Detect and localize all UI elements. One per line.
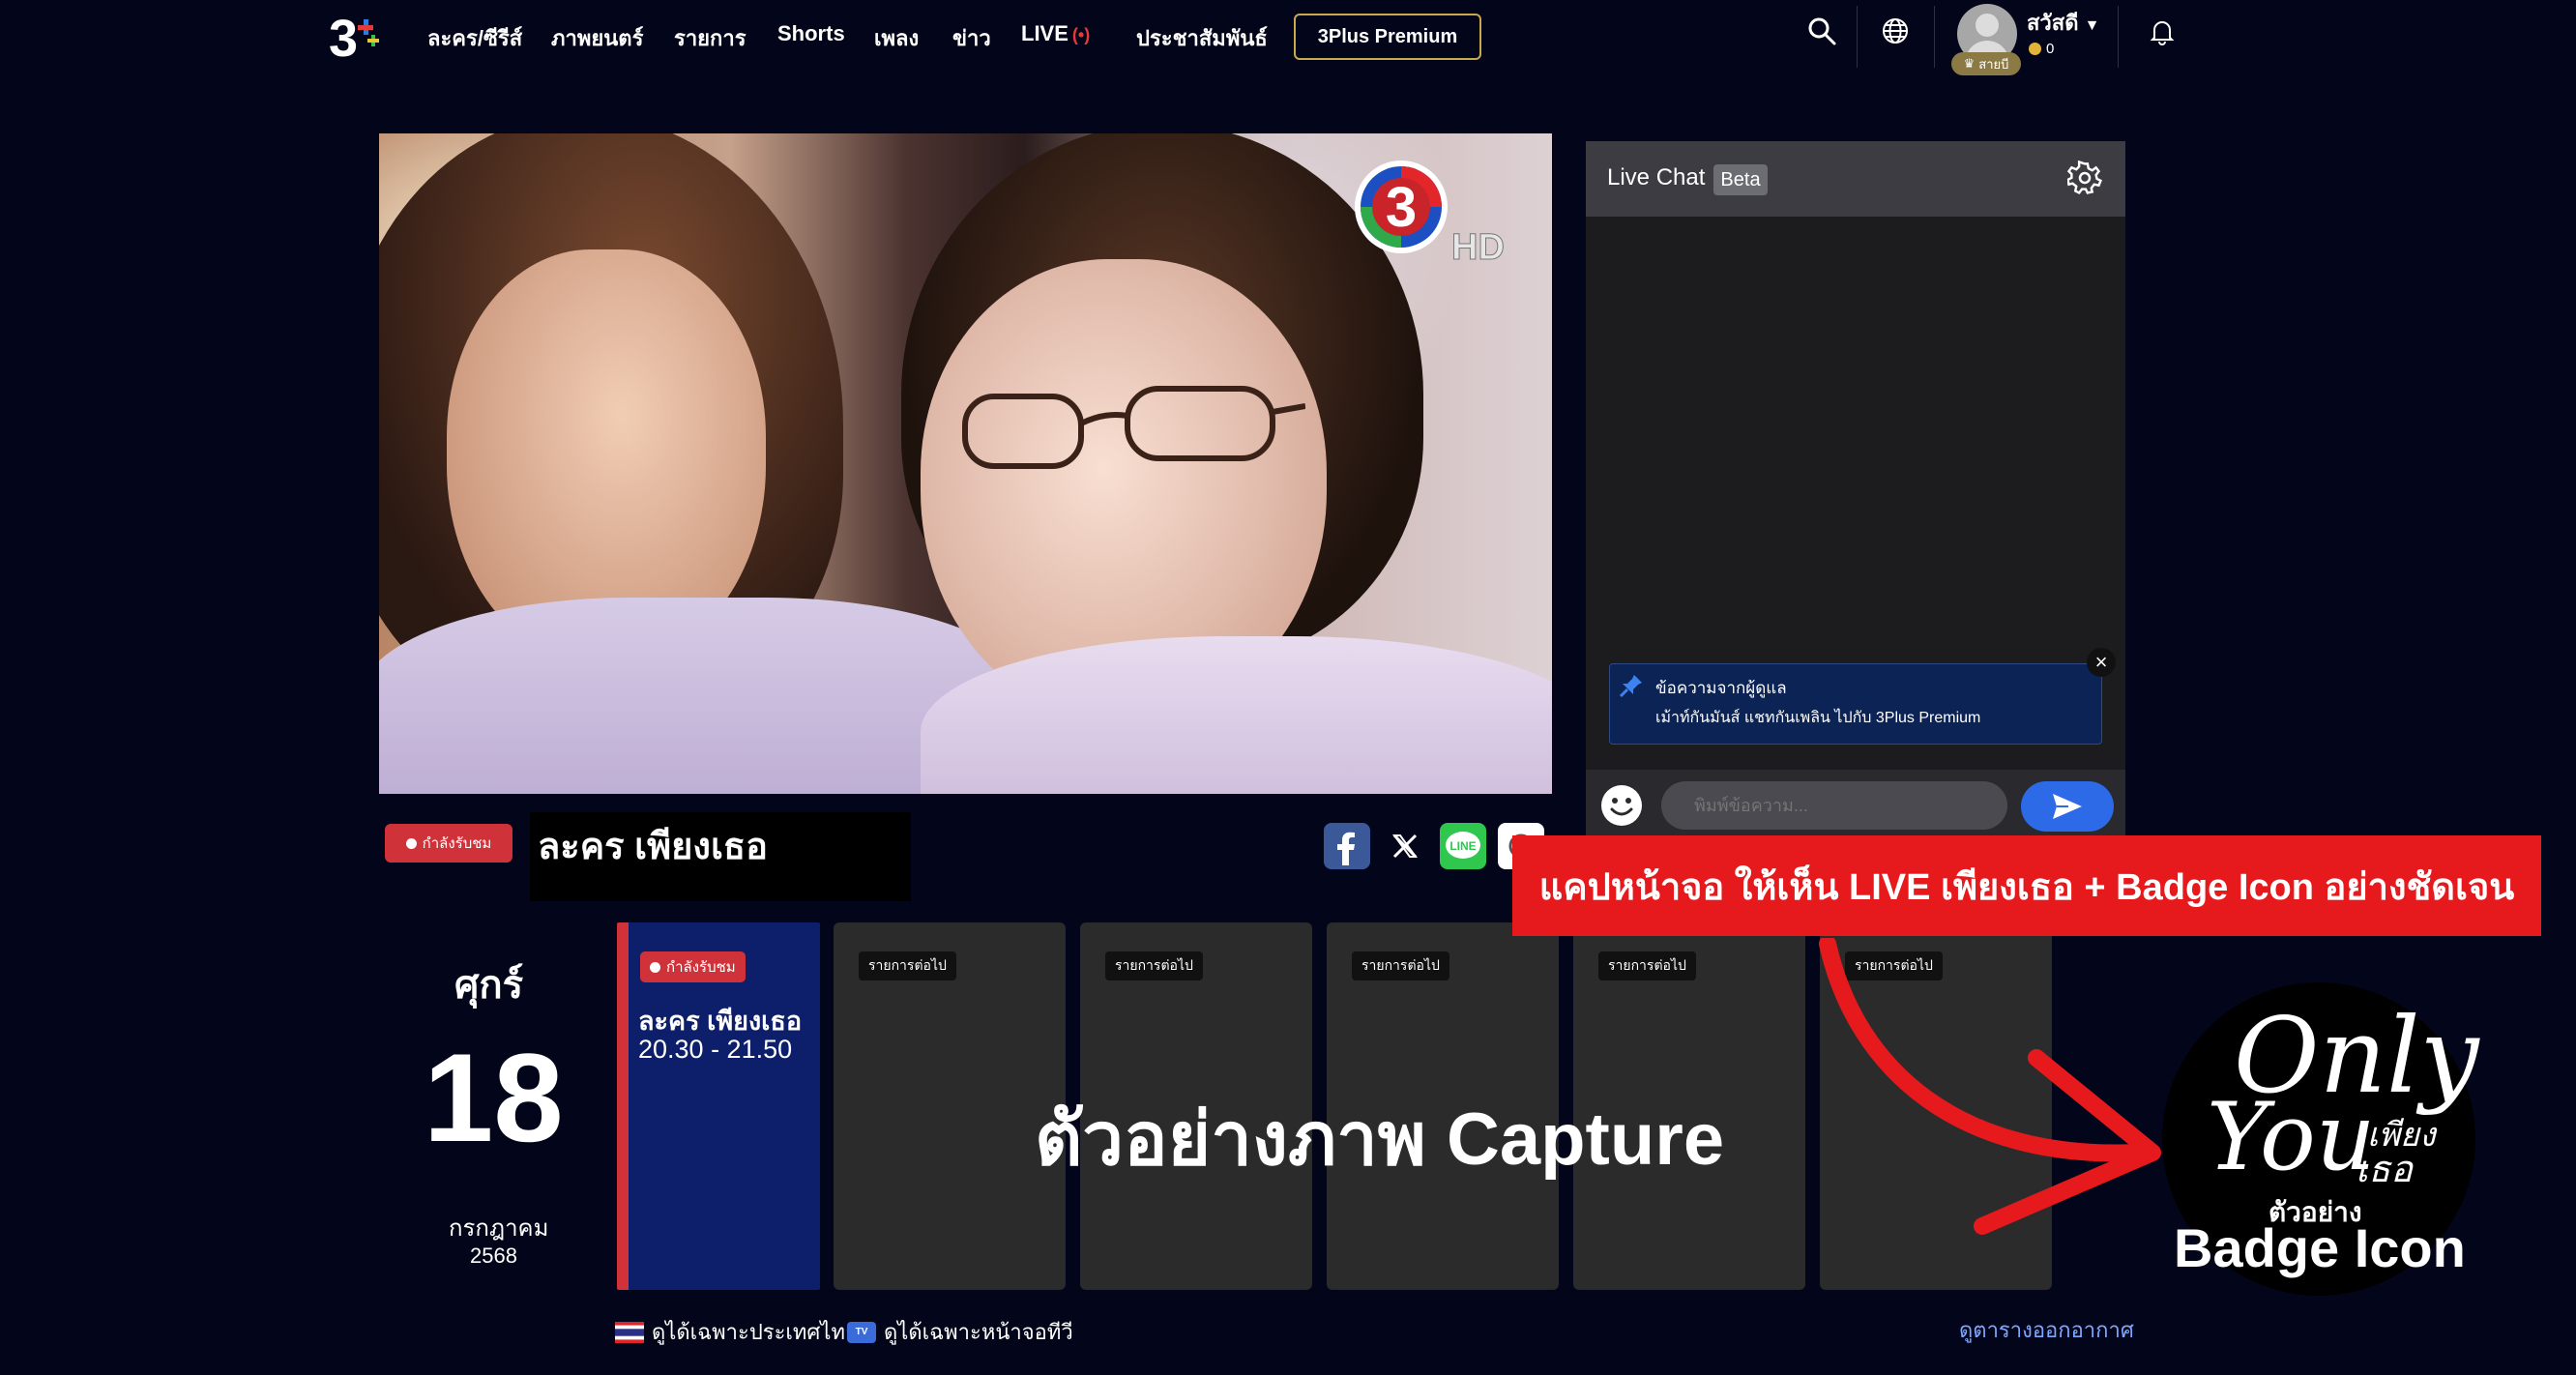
- coin-balance: 0: [2029, 41, 2054, 57]
- schedule-card-current[interactable]: กำลังรับชม ละคร เพียงเธอ 20.30 - 21.50: [617, 922, 820, 1290]
- thailand-flag-icon: [615, 1321, 644, 1343]
- nav-live-label: LIVE: [1021, 21, 1068, 45]
- nav-music[interactable]: เพลง: [874, 21, 919, 55]
- schedule-day-name: ศุกร์: [454, 964, 524, 1007]
- rank-label: สายบี: [1978, 56, 2009, 72]
- live-broadcast-icon: (•): [1071, 25, 1091, 44]
- nav-news[interactable]: ข่าว: [952, 21, 991, 55]
- now-watching-label: กำลังรับชม: [422, 835, 492, 852]
- now-watching-badge: กำลังรับชม: [385, 824, 512, 863]
- video-frame-glasses: [962, 386, 1305, 469]
- live-chat-title: Live Chat: [1607, 164, 1706, 190]
- now-watching-badge: กำลังรับชม: [640, 951, 746, 982]
- tv-icon: TV: [847, 1321, 876, 1343]
- svg-text:3: 3: [329, 10, 358, 68]
- badge-thai-text-2: เธอ: [2356, 1150, 2414, 1190]
- schedule-day-number: 18: [424, 1027, 564, 1168]
- next-program-tag: รายการต่อไป: [1598, 951, 1696, 980]
- nav-movies[interactable]: ภาพยนตร์: [551, 21, 643, 55]
- close-icon[interactable]: ×: [2087, 648, 2116, 677]
- schedule-card-time: 20.30 - 21.50: [638, 1035, 793, 1064]
- globe-icon[interactable]: [1878, 14, 1913, 48]
- nav-pr[interactable]: ประชาสัมพันธ์: [1136, 21, 1268, 55]
- search-icon[interactable]: [1804, 14, 1839, 48]
- rank-badge: ♛ สายบี: [1951, 52, 2021, 75]
- red-arrow-icon: [1819, 938, 2161, 1235]
- region-tv: TV ดูได้เฉพาะหน้าจอทีวี: [847, 1315, 1073, 1349]
- svg-text:LINE: LINE: [1449, 839, 1476, 853]
- header-divider: [1857, 6, 1858, 68]
- chat-input[interactable]: [1661, 781, 2007, 830]
- premium-button[interactable]: 3Plus Premium: [1294, 14, 1481, 60]
- bell-icon[interactable]: [2145, 14, 2180, 48]
- instruction-banner: แคปหน้าจอ ให้เห็น LIVE เพียงเธอ + Badge …: [1512, 835, 2541, 936]
- svg-text:3: 3: [1386, 176, 1417, 239]
- svg-text:HD: HD: [1451, 227, 1505, 263]
- pinned-message-title: ข้อความจากผู้ดูแล: [1655, 679, 1787, 697]
- now-watching-label: กำลังรับชม: [666, 959, 736, 976]
- avatar-head: [1976, 14, 1999, 37]
- nav-shorts[interactable]: Shorts: [777, 21, 845, 46]
- coin-icon: [2029, 43, 2041, 55]
- region-thailand-label: ดูได้เฉพาะประเทศไทย: [652, 1320, 858, 1344]
- crown-icon: ♛: [1963, 56, 1976, 71]
- channel-3-hd-logo: 3 HD: [1355, 161, 1505, 263]
- schedule-year: 2568: [470, 1243, 517, 1268]
- beta-badge: Beta: [1713, 164, 1768, 195]
- nav-programs[interactable]: รายการ: [674, 21, 746, 55]
- live-dot-icon: [405, 837, 417, 849]
- show-title: ละคร เพียงเธอ: [538, 827, 768, 867]
- x-icon[interactable]: [1382, 823, 1428, 869]
- next-program-tag: รายการต่อไป: [1105, 951, 1203, 980]
- next-program-tag: รายการต่อไป: [859, 951, 956, 980]
- schedule-link[interactable]: ดูตารางออกอากาศ: [1959, 1313, 2134, 1347]
- capture-example-label: ตัวอย่างภาพ Capture: [1035, 1098, 1725, 1181]
- send-icon: [2053, 794, 2082, 819]
- region-tv-label: ดูได้เฉพาะหน้าจอทีวี: [884, 1320, 1073, 1344]
- schedule-card-next[interactable]: รายการต่อไป: [834, 922, 1066, 1290]
- coin-count: 0: [2046, 41, 2055, 57]
- send-button[interactable]: [2021, 781, 2114, 832]
- pinned-message-text: เม้าท์กันมันส์ แชทกันเพลิน ไปกับ 3Plus P…: [1655, 710, 1981, 726]
- header-divider: [2118, 6, 2119, 68]
- nav-drama-series[interactable]: ละคร/ซีรีส์: [427, 21, 522, 55]
- badge-you-text: You: [2207, 1083, 2376, 1191]
- pin-icon: [1619, 673, 1644, 698]
- video-player[interactable]: 3 HD: [379, 133, 1552, 794]
- next-program-tag: รายการต่อไป: [1352, 951, 1449, 980]
- badge-icon-label: Badge Icon: [2174, 1217, 2466, 1278]
- region-thailand: ดูได้เฉพาะประเทศไทย: [615, 1315, 858, 1349]
- user-greeting: สวัสดี: [2027, 11, 2079, 35]
- chevron-down-icon: ▼: [2084, 17, 2100, 34]
- gear-icon[interactable]: [2066, 160, 2102, 195]
- live-dot-icon: [650, 961, 660, 973]
- facebook-icon[interactable]: [1324, 823, 1370, 869]
- emoji-icon[interactable]: [1599, 783, 1644, 828]
- site-logo[interactable]: 3: [329, 6, 393, 70]
- line-icon[interactable]: LINE: [1440, 823, 1486, 869]
- header-divider: [1934, 6, 1935, 68]
- nav-live[interactable]: LIVE (•): [1021, 21, 1090, 46]
- user-menu[interactable]: สวัสดี ▼: [2027, 6, 2099, 40]
- schedule-month: กรกฎาคม: [449, 1215, 549, 1242]
